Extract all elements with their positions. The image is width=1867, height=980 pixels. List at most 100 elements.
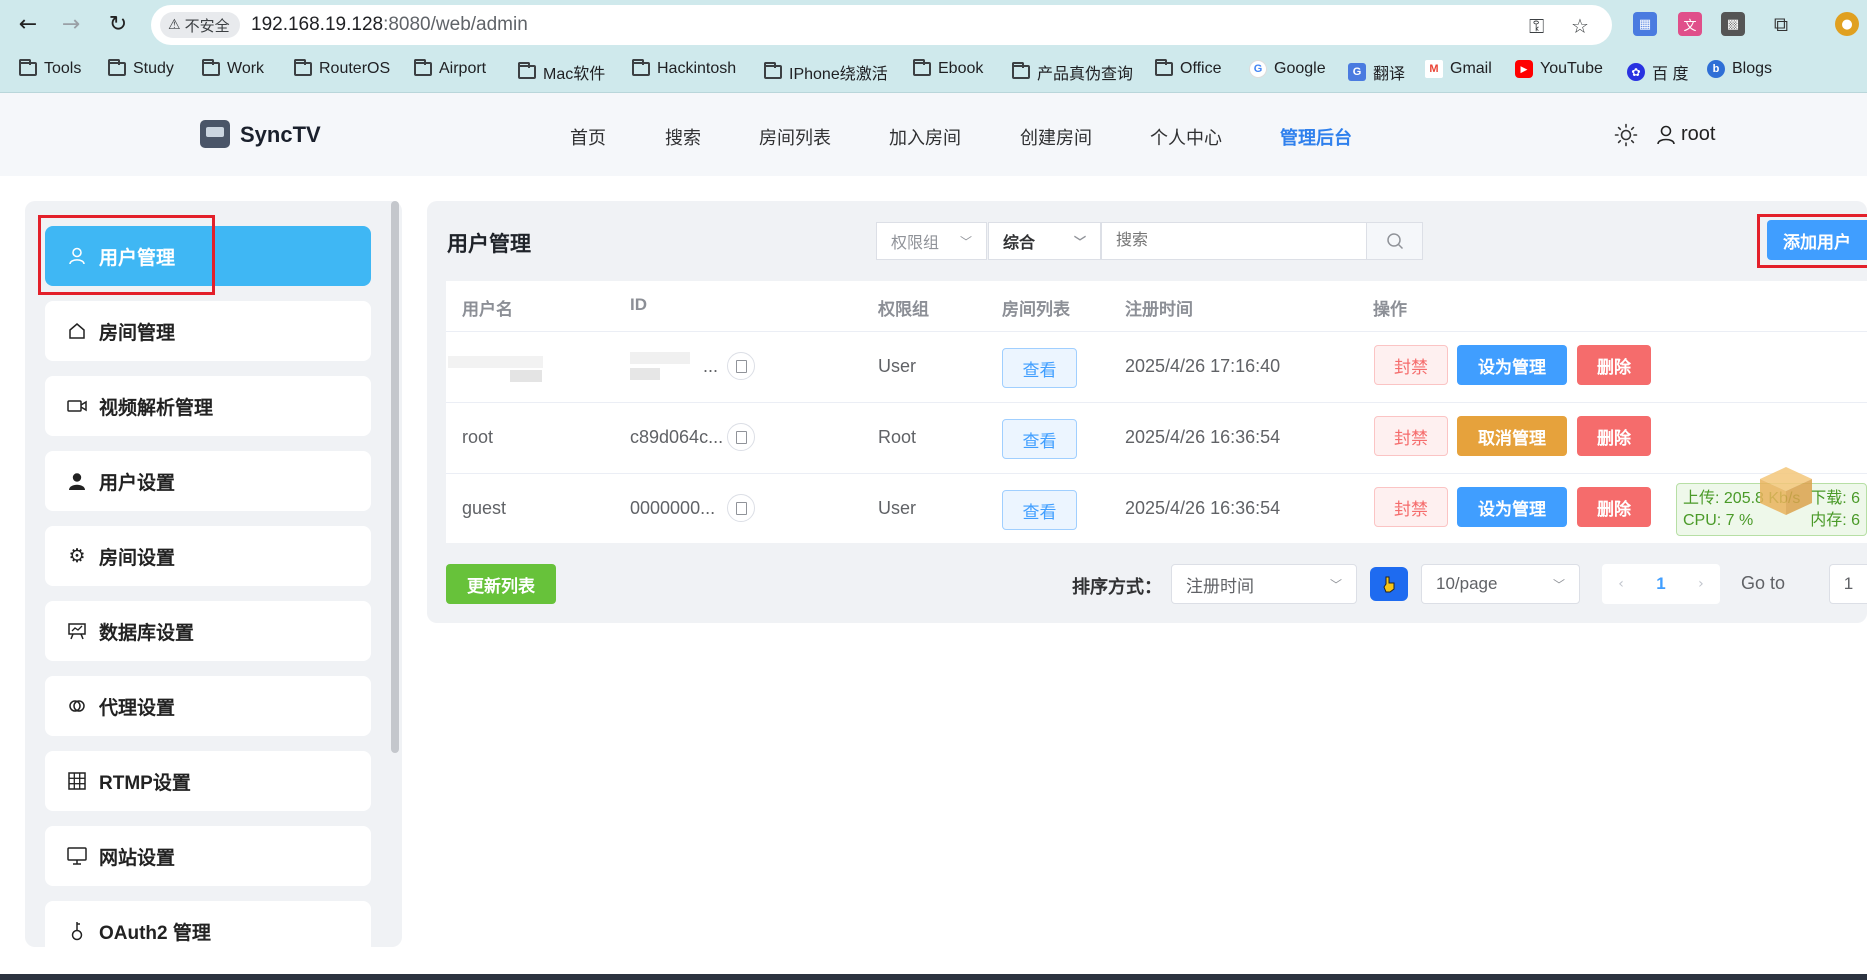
next-page-icon[interactable]: › (1698, 576, 1704, 592)
nav-profile[interactable]: 个人中心 (1150, 124, 1222, 150)
sort-label: 排序方式： (1072, 577, 1162, 597)
reload-icon[interactable]: ↻ (104, 10, 132, 38)
column-header-registered[interactable]: 注册时间 (1125, 295, 1193, 320)
bookmark-iphone[interactable]: IPhone绕激活 (764, 60, 888, 84)
bookmark-youtube[interactable]: ▶ YouTube (1515, 60, 1603, 78)
page-size-select[interactable]: 10/page ﹀ (1421, 564, 1580, 604)
search-button[interactable] (1366, 222, 1423, 260)
brand-name[interactable]: SyncTV (240, 122, 321, 148)
address-bar[interactable]: ⚠ 不安全 192.168.19.128:8080/web/admin ⚿ ☆ (151, 5, 1612, 45)
view-rooms-button[interactable]: 查看 (1002, 490, 1077, 530)
qrcode-extension-icon[interactable]: ▩ (1721, 12, 1745, 36)
bookmark-tools[interactable]: Tools (19, 59, 81, 78)
translate-extension-icon[interactable]: 文 (1678, 12, 1702, 36)
view-rooms-button[interactable]: 查看 (1002, 419, 1077, 459)
security-chip[interactable]: ⚠ 不安全 (160, 12, 240, 38)
bookmark-mac-software[interactable]: Mac软件 (518, 60, 605, 84)
sidebar-item-room-settings[interactable]: ⚙ 房间设置 (45, 526, 371, 586)
goto-page-input[interactable]: 1 (1829, 564, 1867, 604)
search-input[interactable] (1101, 222, 1367, 260)
cell-id: c89d064c... (630, 427, 724, 447)
ban-button[interactable]: 封禁 (1374, 487, 1448, 527)
bookmark-hackintosh[interactable]: Hackintosh (632, 59, 737, 78)
sidebar-item-proxy-settings[interactable]: 代理设置 (45, 676, 371, 736)
theme-sun-icon[interactable] (1614, 123, 1638, 147)
presentation-icon (67, 621, 87, 641)
warning-triangle-icon: ⚠ (168, 17, 181, 33)
bookmark-label: Hackintosh (657, 60, 737, 77)
ban-button[interactable]: 封禁 (1374, 345, 1448, 385)
forward-arrow-icon[interactable]: → (57, 10, 85, 38)
bookmark-ebook[interactable]: Ebook (913, 59, 983, 78)
search-type-select[interactable]: 综合 ﹀ (988, 222, 1101, 260)
delete-button[interactable]: 删除 (1577, 416, 1651, 456)
permission-group-select[interactable]: 权限组 ﹀ (876, 222, 987, 260)
sidebar-item-oauth2[interactable]: OAuth2 管理 (45, 901, 371, 947)
sidebar-item-user-settings[interactable]: 用户设置 (45, 451, 371, 511)
column-header-username[interactable]: 用户名 (462, 295, 513, 320)
prev-page-icon[interactable]: ‹ (1618, 576, 1624, 592)
sidebar-item-video-parse[interactable]: 视频解析管理 (45, 376, 371, 436)
sidebar-scrollbar[interactable] (391, 201, 399, 753)
bookmark-study[interactable]: Study (108, 59, 174, 78)
column-header-id[interactable]: ID (630, 295, 647, 315)
back-arrow-icon[interactable]: ← (14, 10, 42, 38)
nav-create-room[interactable]: 创建房间 (1020, 124, 1092, 150)
sort-order-button[interactable] (1370, 567, 1408, 601)
bookmark-product-check[interactable]: 产品真伪查询 (1012, 60, 1133, 84)
copy-icon[interactable] (727, 352, 755, 380)
view-rooms-button[interactable]: 查看 (1002, 348, 1077, 388)
bookmark-routeros[interactable]: RouterOS (294, 59, 391, 78)
bookmark-translate[interactable]: G 翻译 (1348, 60, 1405, 84)
refresh-list-button[interactable]: 更新列表 (446, 564, 556, 604)
nav-search[interactable]: 搜索 (665, 124, 701, 150)
cell-group: User (878, 356, 917, 376)
ban-button[interactable]: 封禁 (1374, 416, 1448, 456)
bookmark-label: Airport (439, 60, 487, 77)
nav-home[interactable]: 首页 (570, 124, 606, 150)
set-admin-button[interactable]: 设为管理 (1457, 487, 1567, 527)
os-taskbar (0, 974, 1867, 980)
bookmark-gmail[interactable]: M Gmail (1425, 60, 1492, 78)
folder-icon (294, 59, 312, 76)
revoke-admin-button[interactable]: 取消管理 (1457, 416, 1567, 456)
bookmark-label: Work (227, 60, 265, 77)
nav-room-list[interactable]: 房间列表 (759, 124, 831, 150)
column-header-rooms[interactable]: 房间列表 (1002, 295, 1070, 320)
extensions-puzzle-icon[interactable]: ⧉ (1769, 12, 1793, 36)
set-admin-button[interactable]: 设为管理 (1457, 345, 1567, 385)
sidebar-item-rtmp-settings[interactable]: RTMP设置 (45, 751, 371, 811)
delete-button[interactable]: 删除 (1577, 345, 1651, 385)
cell-registered: 2025/4/26 16:36:54 (1125, 498, 1281, 518)
sidebar-item-room-management[interactable]: 房间管理 (45, 301, 371, 361)
current-page[interactable]: 1 (1656, 574, 1665, 594)
profile-avatar-icon[interactable]: ● (1835, 12, 1859, 36)
nav-admin[interactable]: 管理后台 (1280, 124, 1352, 150)
blogs-icon: b (1707, 60, 1725, 78)
bookmark-blogs[interactable]: b Blogs (1707, 60, 1772, 78)
bookmark-airport[interactable]: Airport (414, 59, 487, 78)
sidebar-item-label: 代理设置 (99, 697, 176, 719)
redacted-username (448, 356, 543, 368)
user-menu[interactable]: root (1657, 123, 1715, 146)
bookmark-label: 产品真伪查询 (1037, 66, 1134, 83)
admin-sidebar: 用户管理 房间管理 视频解析管理 用户设置 ⚙ 房间设置 数据库设置 代理设置 … (25, 201, 402, 947)
column-header-group[interactable]: 权限组 (878, 295, 929, 320)
sidebar-item-site-settings[interactable]: 网站设置 (45, 826, 371, 886)
bookmark-label: RouterOS (319, 60, 391, 77)
bookmark-baidu[interactable]: ✿ 百 度 (1627, 60, 1688, 84)
sidebar-item-label: 用户设置 (99, 472, 176, 494)
bookmark-star-icon[interactable]: ☆ (1571, 14, 1589, 38)
nav-join-room[interactable]: 加入房间 (889, 124, 961, 150)
copy-icon[interactable] (727, 494, 755, 522)
delete-button[interactable]: 删除 (1577, 487, 1651, 527)
qr-extension-icon[interactable]: ▦ (1633, 12, 1657, 36)
bookmark-work[interactable]: Work (202, 59, 265, 78)
copy-icon[interactable] (727, 423, 755, 451)
bookmark-google[interactable]: G Google (1249, 60, 1326, 78)
sidebar-item-database-settings[interactable]: 数据库设置 (45, 601, 371, 661)
password-key-icon[interactable]: ⚿ (1529, 14, 1544, 38)
youtube-icon: ▶ (1515, 60, 1533, 78)
bookmark-office[interactable]: Office (1155, 59, 1222, 78)
sort-select[interactable]: 注册时间 ﹀ (1171, 564, 1357, 604)
